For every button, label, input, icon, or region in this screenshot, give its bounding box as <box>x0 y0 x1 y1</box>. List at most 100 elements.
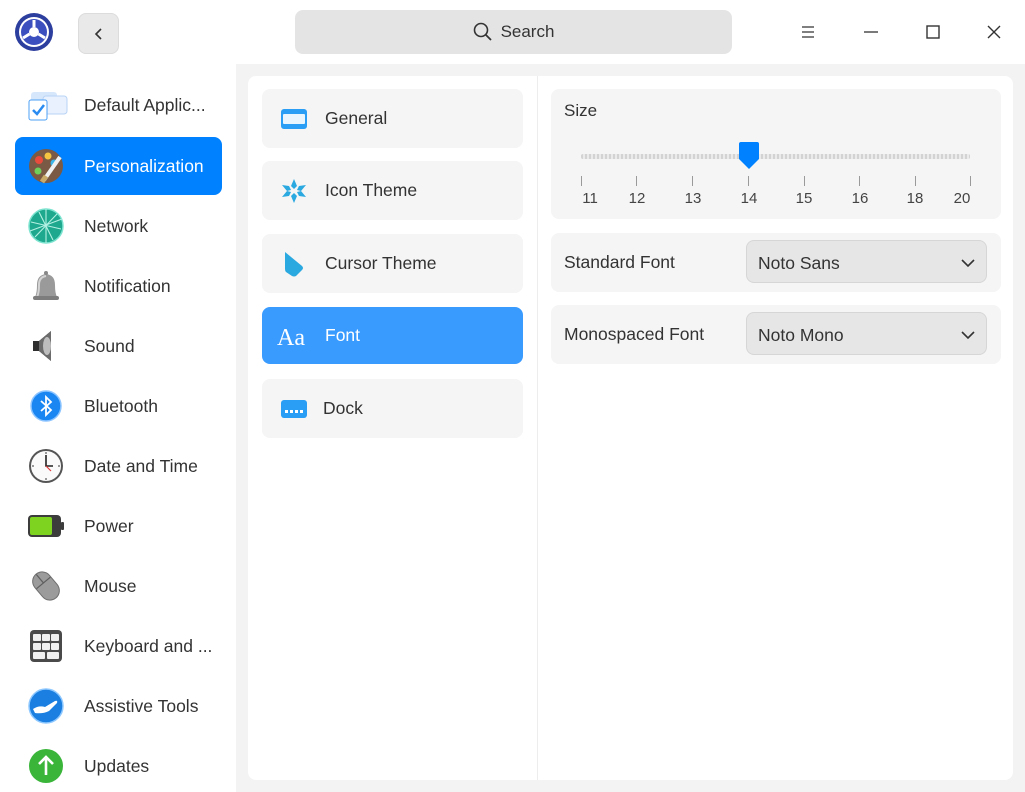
cursor-icon <box>280 250 308 278</box>
sidebar: Default Applic... Personalization Networ… <box>0 64 236 792</box>
monospaced-font-dropdown[interactable]: Noto Mono <box>746 312 987 355</box>
chevron-down-icon <box>961 331 975 340</box>
search-icon <box>473 22 492 41</box>
speaker-icon <box>27 327 65 365</box>
subnav-item-cursor-theme[interactable]: Cursor Theme <box>262 234 523 293</box>
sidebar-item-label: Bluetooth <box>84 395 158 416</box>
dock-icon <box>280 395 308 423</box>
window-icon <box>280 105 308 133</box>
network-icon <box>27 207 65 245</box>
sidebar-item-keyboard[interactable]: Keyboard and ... <box>15 617 222 675</box>
sidebar-item-bluetooth[interactable]: Bluetooth <box>15 377 222 435</box>
sidebar-item-label: Assistive Tools <box>84 695 199 716</box>
title-bar: Search <box>0 0 1025 64</box>
standard-font-value: Noto Sans <box>758 253 840 273</box>
standard-font-label: Standard Font <box>564 252 675 272</box>
slider-tick <box>636 176 637 186</box>
close-icon <box>987 25 1001 39</box>
maximize-icon <box>926 25 940 39</box>
sidebar-item-date-time[interactable]: Date and Time <box>15 437 222 495</box>
monospaced-font-value: Noto Mono <box>758 325 844 345</box>
maximize-button[interactable] <box>918 17 948 47</box>
chevron-down-icon <box>961 259 975 268</box>
monospaced-font-label: Monospaced Font <box>564 324 705 344</box>
sidebar-item-assistive-tools[interactable]: Assistive Tools <box>15 677 222 735</box>
search-placeholder: Search <box>500 22 555 41</box>
assistive-tools-icon <box>27 687 65 725</box>
close-button[interactable] <box>979 17 1009 47</box>
slider-tick <box>970 176 971 186</box>
slider-tick <box>804 176 805 186</box>
back-button[interactable] <box>78 13 119 54</box>
slider-tick <box>748 176 749 186</box>
font-size-slider[interactable] <box>581 141 970 171</box>
subnav-item-label: Cursor Theme <box>325 253 437 273</box>
minimize-icon <box>864 31 878 33</box>
tick-label: 16 <box>851 190 869 207</box>
slider-tick <box>915 176 916 186</box>
tick-label: 18 <box>906 190 924 207</box>
control-center-logo-icon <box>14 12 54 52</box>
font-aa-icon: Aa <box>276 322 312 350</box>
sidebar-item-label: Notification <box>84 275 171 296</box>
notification-bell-icon <box>27 267 65 305</box>
sidebar-item-label: Keyboard and ... <box>84 635 213 656</box>
slider-track <box>581 154 970 159</box>
subnav-item-general[interactable]: General <box>262 89 523 148</box>
sidebar-item-sound[interactable]: Sound <box>15 317 222 375</box>
sidebar-item-label: Power <box>84 515 134 536</box>
tick-label: 20 <box>953 190 971 207</box>
tick-label: 15 <box>795 190 813 207</box>
sidebar-item-label: Sound <box>84 335 135 356</box>
svg-text:Aa: Aa <box>277 325 305 350</box>
menu-button[interactable] <box>793 17 823 47</box>
default-applications-icon <box>27 86 68 124</box>
subnav-item-label: General <box>325 108 388 128</box>
subnav-item-dock[interactable]: Dock <box>262 379 523 438</box>
subnav-item-label: Dock <box>323 398 363 418</box>
keyboard-icon <box>27 627 65 665</box>
standard-font-row: Standard Font Noto Sans <box>551 233 1001 292</box>
snowflake-icon <box>280 177 308 205</box>
slider-handle[interactable] <box>736 141 762 176</box>
tick-label: 12 <box>628 190 646 207</box>
sidebar-item-label: Personalization <box>84 155 204 176</box>
sidebar-item-label: Default Applic... <box>84 94 206 115</box>
tick-label: 11 <box>582 190 598 207</box>
mouse-icon <box>27 567 65 605</box>
chevron-left-icon <box>94 27 102 40</box>
sidebar-item-label: Network <box>84 215 149 236</box>
tick-label: 13 <box>684 190 702 207</box>
bluetooth-icon <box>27 387 65 425</box>
subnav-item-label: Font <box>325 325 361 345</box>
font-size-card: Size 11 12 13 14 15 16 18 20 <box>551 89 1001 219</box>
battery-icon <box>27 507 65 545</box>
sidebar-item-label: Mouse <box>84 575 137 596</box>
panel-divider <box>537 76 538 780</box>
slider-tick <box>859 176 860 186</box>
slider-tick <box>581 176 582 186</box>
size-label: Size <box>564 101 598 120</box>
sidebar-item-notification[interactable]: Notification <box>15 257 222 315</box>
sidebar-item-label: Date and Time <box>84 455 198 476</box>
sidebar-item-power[interactable]: Power <box>15 497 222 555</box>
hamburger-menu-icon <box>802 26 814 38</box>
personalization-icon <box>27 147 65 185</box>
tick-label: 14 <box>740 190 758 207</box>
search-box[interactable]: Search <box>295 10 732 54</box>
subnav-item-label: Icon Theme <box>325 180 418 200</box>
sidebar-item-personalization[interactable]: Personalization <box>15 137 222 195</box>
standard-font-dropdown[interactable]: Noto Sans <box>746 240 987 283</box>
sidebar-item-updates[interactable]: Updates <box>15 737 222 792</box>
slider-tick <box>692 176 693 186</box>
sidebar-item-network[interactable]: Network <box>15 197 222 255</box>
monospaced-font-row: Monospaced Font Noto Mono <box>551 305 1001 364</box>
sidebar-item-label: Updates <box>84 755 150 776</box>
sidebar-item-mouse[interactable]: Mouse <box>15 557 222 615</box>
subnav-item-font[interactable]: Aa Font <box>262 307 523 364</box>
clock-icon <box>27 447 65 485</box>
subnav-item-icon-theme[interactable]: Icon Theme <box>262 161 523 220</box>
minimize-button[interactable] <box>856 17 886 47</box>
sidebar-item-default-applications[interactable]: Default Applic... <box>15 76 222 134</box>
update-arrow-icon <box>27 747 65 785</box>
